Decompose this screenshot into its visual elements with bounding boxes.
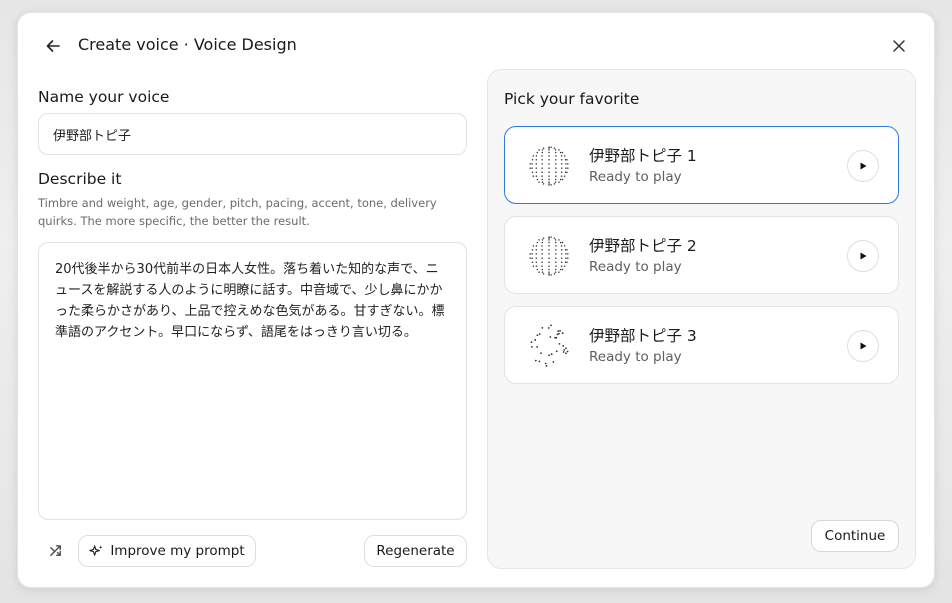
favorites-title: Pick your favorite bbox=[504, 90, 640, 108]
voice-option-name: 伊野部トピ子 3 bbox=[589, 327, 697, 345]
modal-header: Create voice · Voice Design bbox=[18, 13, 934, 77]
regenerate-label: Regenerate bbox=[376, 543, 455, 559]
describe-label: Describe it bbox=[38, 170, 122, 188]
play-button[interactable] bbox=[847, 330, 879, 362]
voice-option-status: Ready to play bbox=[589, 349, 682, 365]
play-icon bbox=[860, 162, 867, 170]
back-button[interactable] bbox=[40, 33, 66, 59]
close-icon bbox=[893, 40, 905, 52]
play-button[interactable] bbox=[847, 150, 879, 182]
improve-prompt-label: Improve my prompt bbox=[110, 543, 245, 559]
voice-option-name: 伊野部トピ子 2 bbox=[589, 237, 697, 255]
voice-option-2[interactable]: 伊野部トピ子 2 Ready to play bbox=[504, 216, 899, 294]
regenerate-button[interactable]: Regenerate bbox=[364, 535, 467, 567]
voice-option-name: 伊野部トピ子 1 bbox=[589, 147, 697, 165]
voice-orb-icon bbox=[529, 236, 569, 276]
voice-orb-icon bbox=[530, 324, 569, 367]
play-button[interactable] bbox=[847, 240, 879, 272]
describe-help-text: Timbre and weight, age, gender, pitch, p… bbox=[38, 196, 437, 228]
name-label: Name your voice bbox=[38, 88, 170, 106]
sparkle-icon bbox=[89, 544, 103, 556]
voice-option-1[interactable]: 伊野部トピ子 1 Ready to play bbox=[504, 126, 899, 204]
create-voice-modal: Create voice · Voice Design Name your vo… bbox=[17, 12, 935, 588]
voice-name-input[interactable] bbox=[38, 113, 467, 155]
voice-option-status: Ready to play bbox=[589, 259, 682, 275]
voice-orb-icon bbox=[529, 146, 569, 186]
modal-title: Create voice · Voice Design bbox=[78, 35, 297, 54]
voice-option-3[interactable]: 伊野部トピ子 3 Ready to play bbox=[504, 306, 899, 384]
favorites-panel: Pick your favorite 伊野部トピ子 1 Ready to pla… bbox=[487, 69, 916, 569]
continue-button[interactable]: Continue bbox=[811, 520, 899, 552]
improve-prompt-button[interactable]: Improve my prompt bbox=[78, 535, 256, 567]
voice-description-textarea[interactable]: 20代後半から30代前半の日本人女性。落ち着いた知的な声で、ニュースを解説する人… bbox=[38, 242, 467, 520]
shuffle-icon bbox=[49, 544, 61, 556]
arrow-left-icon bbox=[46, 40, 60, 52]
play-icon bbox=[860, 342, 867, 350]
close-button[interactable] bbox=[886, 33, 912, 59]
shuffle-button[interactable] bbox=[44, 539, 68, 563]
play-icon bbox=[860, 252, 867, 260]
voice-option-status: Ready to play bbox=[589, 169, 682, 185]
